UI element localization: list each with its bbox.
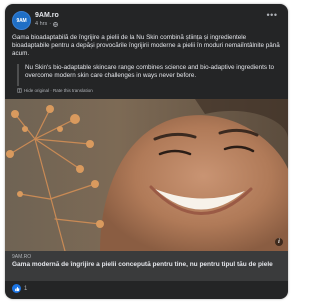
link-domain: 9AM.RO	[12, 254, 32, 260]
photo-illustration	[5, 99, 288, 251]
reaction-count: 1	[24, 285, 28, 292]
facebook-post-card: 9AM 9AM.ro 4 hrs · ••• Gama bioadaptabil…	[5, 4, 288, 299]
hide-original-text: Hide original · Rate this translation	[24, 88, 93, 93]
translation-block: Nu Skin's bio-adaptable skincare range c…	[17, 64, 279, 86]
post-time[interactable]: 4 hrs	[35, 21, 47, 27]
hide-original-link[interactable]: Hide original · Rate this translation	[17, 88, 93, 93]
info-icon[interactable]: i	[275, 238, 283, 246]
page: 9AM 9AM.ro 4 hrs · ••• Gama bioadaptabil…	[0, 0, 293, 303]
post-meta: 4 hrs ·	[35, 21, 59, 27]
post-text: Gama bioadaptabilă de îngrijire a pielii…	[12, 34, 280, 58]
page-name[interactable]: 9AM.ro	[35, 12, 59, 19]
translate-icon	[17, 88, 22, 93]
reactions-summary[interactable]: 1	[12, 284, 27, 293]
globe-icon	[53, 21, 59, 27]
like-icon	[12, 284, 21, 293]
page-avatar[interactable]: 9AM	[12, 11, 31, 30]
post-photo[interactable]: i	[5, 99, 288, 251]
more-options-icon[interactable]: •••	[265, 11, 279, 22]
post-header: 9AM 9AM.ro 4 hrs · •••	[5, 4, 288, 34]
avatar-text: 9AM	[16, 17, 27, 24]
link-preview[interactable]: 9AM.RO Gama modernă de îngrijire a pieli…	[5, 251, 288, 281]
translation-text: Nu Skin's bio-adaptable skincare range c…	[25, 64, 275, 80]
meta-separator: ·	[49, 21, 52, 27]
link-headline: Gama modernă de îngrijire a pielii conce…	[12, 261, 273, 268]
